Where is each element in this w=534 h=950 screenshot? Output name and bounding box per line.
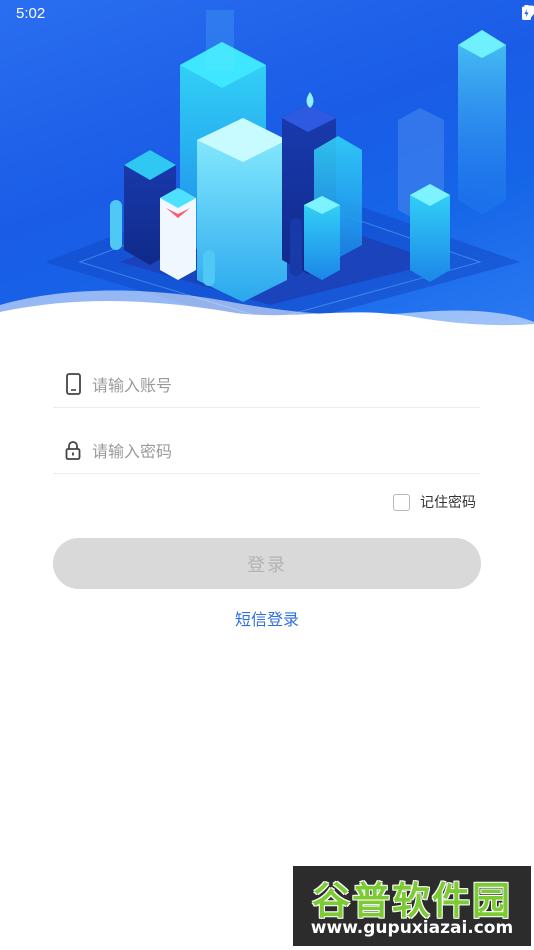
remember-label: 记住密码 — [420, 495, 476, 511]
status-bar: 5:02 — [0, 0, 534, 28]
watermark-title: 谷普软件园 — [311, 879, 512, 923]
phone-icon — [66, 373, 81, 395]
password-field[interactable]: 请输入密码 — [53, 425, 480, 474]
watermark-url: www.gupuxiazai.com — [310, 918, 514, 938]
login-button[interactable]: 登录 — [53, 538, 481, 589]
account-field[interactable]: 请输入账号 — [53, 359, 480, 408]
remember-password[interactable]: 记住密码 — [393, 492, 476, 512]
sms-login-link[interactable]: 短信登录 — [0, 606, 534, 630]
password-input[interactable]: 请输入密码 — [92, 438, 172, 462]
remember-checkbox[interactable] — [393, 493, 410, 511]
hero-illustration: 5:02 — [0, 0, 534, 330]
isometric-city-illustration — [0, 10, 534, 330]
lock-icon — [65, 441, 81, 460]
account-input[interactable]: 请输入账号 — [92, 372, 172, 396]
status-time: 5:02 — [16, 5, 46, 22]
battery-charging-icon — [522, 5, 531, 20]
watermark-logo: 谷普软件园 www.gupuxiazai.com — [293, 866, 531, 946]
